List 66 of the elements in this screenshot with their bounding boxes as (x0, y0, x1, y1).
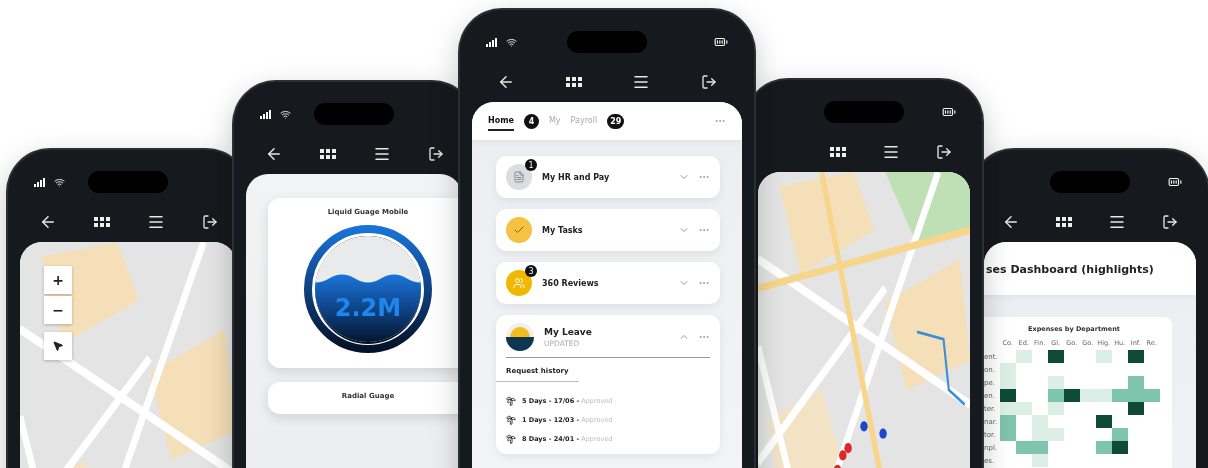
heatmap-cell (1127, 350, 1144, 363)
heatmap-cell (1111, 428, 1128, 441)
sunset-icon (506, 323, 534, 351)
exit-icon[interactable] (1162, 214, 1178, 230)
wifi-icon (280, 108, 291, 120)
heatmap-cell (1095, 350, 1112, 363)
battery-icon (714, 35, 728, 49)
heatmap-cell (1095, 415, 1112, 428)
battery-icon (942, 105, 956, 119)
exit-icon[interactable] (936, 144, 952, 160)
menu-icon[interactable] (632, 73, 651, 91)
card-title: My Leave (544, 326, 593, 337)
count-badge: 4 (523, 113, 539, 129)
card-title: My Tasks (542, 225, 584, 235)
zoom-out-button[interactable]: − (44, 296, 72, 324)
heatmap-cell (1047, 350, 1064, 363)
heatmap-cell (1031, 454, 1048, 467)
heatmap-cell (1047, 402, 1064, 415)
signal-icon (34, 177, 46, 187)
heatmap-cell (1015, 441, 1032, 454)
battery-icon (1168, 175, 1182, 189)
heatmap-cell (999, 389, 1016, 402)
heatmap-cell (999, 402, 1016, 415)
exit-icon[interactable] (201, 214, 218, 230)
pointer-icon (52, 340, 64, 352)
heatmap-cell (999, 415, 1016, 428)
heatmap-cell (999, 376, 1016, 389)
heatmap-cell (1047, 376, 1064, 389)
palm-tree-icon (506, 434, 516, 444)
count-badge: 1 (525, 159, 537, 171)
grid-icon[interactable] (319, 148, 336, 160)
grid-icon[interactable] (1056, 216, 1072, 228)
heatmap-cell (1127, 402, 1144, 415)
heatmap-cell (1015, 350, 1032, 363)
heatmap-cell (1047, 389, 1064, 402)
wifi-icon (54, 176, 65, 188)
grid-icon[interactable] (565, 76, 582, 88)
heatmap-cell (1031, 415, 1048, 428)
checkmark-icon (506, 217, 532, 243)
menu-icon[interactable] (146, 213, 165, 231)
zoom-in-button[interactable]: + (44, 266, 72, 294)
heatmap-cell (1127, 376, 1144, 389)
heatmap-cell (999, 428, 1016, 441)
heatmap-cell (999, 363, 1016, 376)
back-icon[interactable] (1002, 213, 1020, 231)
palm-tree-icon (506, 396, 516, 406)
menu-icon[interactable] (1108, 213, 1126, 231)
count-badge: 3 (525, 265, 537, 277)
select-tool-button[interactable] (44, 332, 72, 360)
grid-icon[interactable] (830, 146, 846, 158)
exit-icon[interactable] (700, 74, 717, 90)
card-title: 360 Reviews (542, 278, 600, 288)
wifi-icon (506, 36, 517, 48)
card-title: My HR and Pay (542, 172, 611, 182)
tab[interactable]: Home (488, 111, 514, 131)
signal-icon (260, 109, 272, 119)
menu-icon[interactable] (372, 145, 391, 163)
exit-icon[interactable] (427, 146, 444, 162)
menu-icon[interactable] (882, 143, 900, 161)
palm-tree-icon (506, 415, 516, 425)
grid-icon[interactable] (93, 216, 110, 228)
gauge-value: 2.2M (334, 294, 402, 322)
signal-icon (486, 37, 498, 47)
count-badge: 29 (607, 113, 625, 129)
dashboard-title: ses Dashboard (highlights) (986, 263, 1154, 276)
heatmap-cell (1095, 441, 1112, 454)
